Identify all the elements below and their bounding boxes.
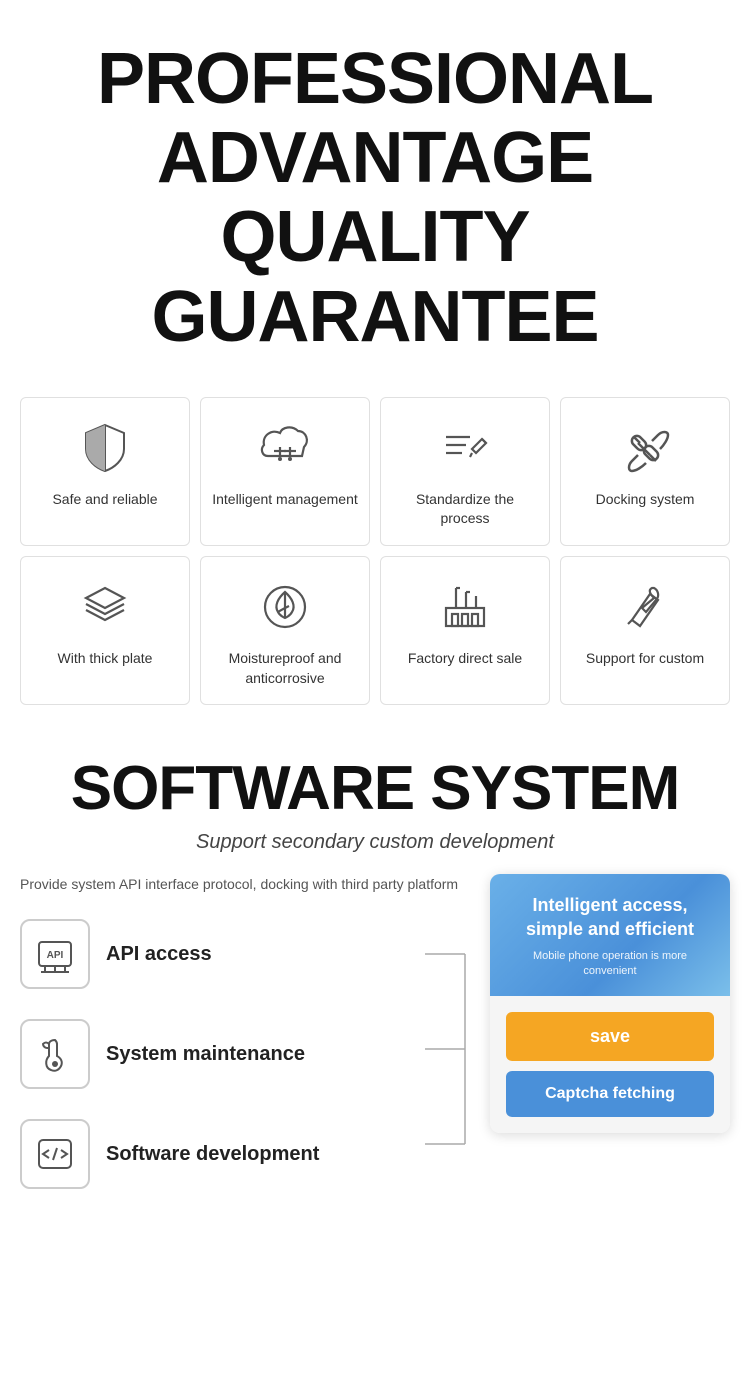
- maintenance-label: System maintenance: [106, 1041, 305, 1067]
- feature-custom: Support for custom: [560, 556, 730, 705]
- wrench-drop-icon: [20, 1019, 90, 1089]
- features-section: Safe and reliable Intelligent management: [0, 387, 750, 725]
- software-subtitle: Support secondary custom development: [20, 831, 730, 854]
- link-icon: [615, 418, 675, 478]
- feature-label-custom: Support for custom: [586, 649, 704, 669]
- factory-icon: [435, 577, 495, 637]
- software-content: Provide system API interface protocol, d…: [20, 874, 730, 1189]
- development-label: Software development: [106, 1141, 319, 1167]
- feature-thick-plate: With thick plate: [20, 556, 190, 705]
- cloud-settings-icon: [255, 418, 315, 478]
- software-title: SOFTWARE SYSTEM: [20, 755, 730, 823]
- svg-text:API: API: [47, 950, 64, 961]
- feature-safe-reliable: Safe and reliable: [20, 397, 190, 546]
- shield-icon: [75, 418, 135, 478]
- api-icon: API: [20, 919, 90, 989]
- feature-factory: Factory direct sale: [380, 556, 550, 705]
- code-icon: [20, 1119, 90, 1189]
- header-section: PROFESSIONAL ADVANTAGE QUALITY GUARANTEE: [0, 0, 750, 387]
- feature-standardize: Standardize the process: [380, 397, 550, 546]
- software-right-panel: Intelligent access, simple and efficient…: [490, 874, 730, 1133]
- feature-label-thick: With thick plate: [58, 649, 153, 669]
- features-row-2: With thick plate Moistureproof and antic…: [20, 556, 730, 705]
- feature-label-standardize: Standardize the process: [391, 490, 539, 529]
- panel-bottom: save Captcha fetching: [490, 996, 730, 1133]
- software-items-container: API API access: [20, 919, 470, 1189]
- software-item-maintenance: System maintenance: [20, 1019, 470, 1089]
- captcha-button[interactable]: Captcha fetching: [506, 1071, 714, 1117]
- tools-icon: [615, 577, 675, 637]
- software-left-panel: Provide system API interface protocol, d…: [20, 874, 470, 1189]
- feature-moistureproof: Moistureproof and anticorrosive: [200, 556, 370, 705]
- api-access-label: API access: [106, 941, 212, 967]
- feature-docking: Docking system: [560, 397, 730, 546]
- leaf-shield-icon: [255, 577, 315, 637]
- panel-top: Intelligent access, simple and efficient…: [490, 874, 730, 996]
- feature-label-safe: Safe and reliable: [52, 490, 157, 510]
- main-title: PROFESSIONAL ADVANTAGE QUALITY GUARANTEE: [20, 40, 730, 357]
- save-button[interactable]: save: [506, 1012, 714, 1061]
- pencil-lines-icon: [435, 418, 495, 478]
- feature-label-factory: Factory direct sale: [408, 649, 522, 669]
- software-item-api: API API access: [20, 919, 470, 989]
- software-description: Provide system API interface protocol, d…: [20, 874, 470, 895]
- software-item-development: Software development: [20, 1119, 470, 1189]
- layers-icon: [75, 577, 135, 637]
- feature-label-moisture: Moistureproof and anticorrosive: [211, 649, 359, 688]
- feature-intelligent: Intelligent management: [200, 397, 370, 546]
- feature-label-intelligent: Intelligent management: [212, 490, 358, 510]
- features-row-1: Safe and reliable Intelligent management: [20, 397, 730, 546]
- panel-sub-text: Mobile phone operation is more convenien…: [506, 949, 714, 980]
- feature-label-docking: Docking system: [596, 490, 695, 510]
- panel-main-text: Intelligent access, simple and efficient: [506, 894, 714, 941]
- software-section: SOFTWARE SYSTEM Support secondary custom…: [0, 725, 750, 1209]
